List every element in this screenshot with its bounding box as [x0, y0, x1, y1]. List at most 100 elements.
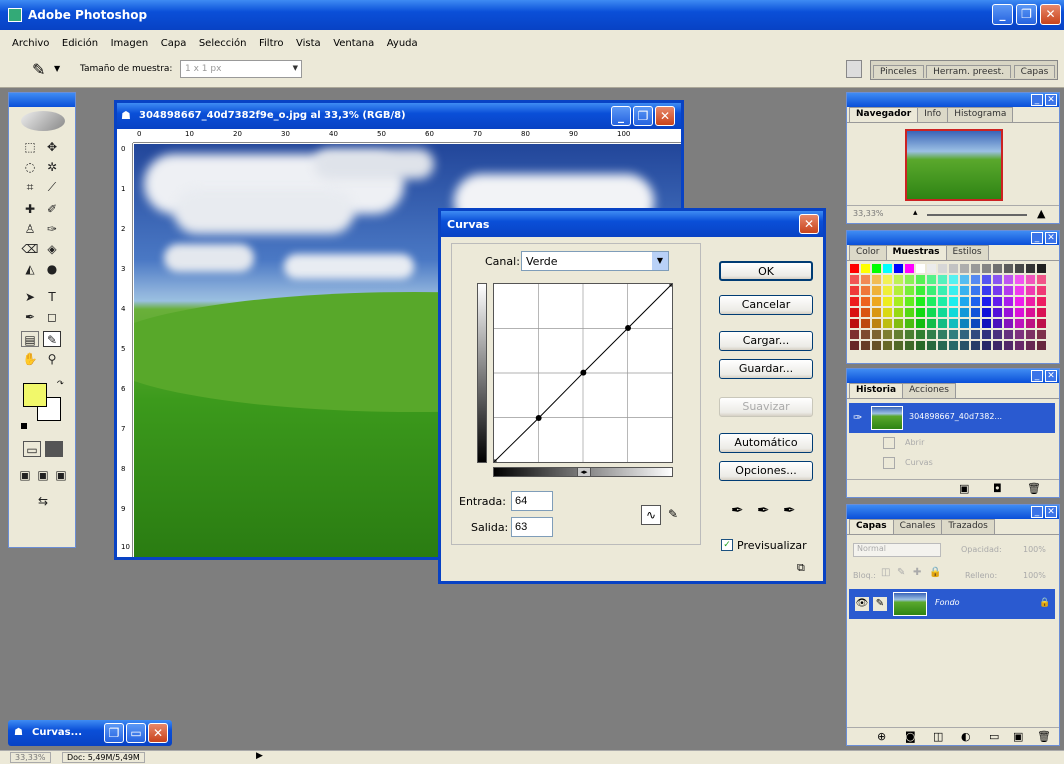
color-swatch[interactable]	[915, 329, 926, 340]
default-colors-icon[interactable]	[21, 423, 27, 429]
color-swatch[interactable]	[1025, 263, 1036, 274]
color-swatch[interactable]	[981, 296, 992, 307]
color-swatch[interactable]	[970, 307, 981, 318]
color-swatch[interactable]	[937, 329, 948, 340]
load-button[interactable]: Cargar...	[719, 331, 813, 351]
restore-button[interactable]: ❐	[104, 723, 124, 743]
zoom-tool-icon[interactable]: ⚲	[43, 351, 61, 367]
tool-preset-chevron-icon[interactable]: ▼	[54, 64, 60, 73]
tab-navegador[interactable]: Navegador	[849, 107, 919, 122]
doc-minimize-button[interactable]: _	[611, 106, 631, 126]
menu-ventana[interactable]: Ventana	[333, 38, 374, 49]
color-swatch[interactable]	[893, 318, 904, 329]
layer-style-icon[interactable]: ◙	[905, 730, 916, 743]
eraser-tool-icon[interactable]: ⌫	[21, 241, 39, 257]
color-swatch[interactable]	[849, 307, 860, 318]
black-point-eyedropper-icon[interactable]: ✒	[731, 501, 744, 519]
tab-estilos[interactable]: Estilos	[945, 245, 989, 260]
tab-historia[interactable]: Historia	[849, 383, 904, 398]
menu-imagen[interactable]: Imagen	[111, 38, 149, 49]
tab-histograma[interactable]: Histograma	[947, 107, 1014, 122]
color-swatch[interactable]	[1025, 274, 1036, 285]
color-swatch[interactable]	[871, 263, 882, 274]
color-swatch[interactable]	[849, 274, 860, 285]
zoom-out-icon[interactable]: ▴	[913, 208, 918, 218]
color-swatch[interactable]	[981, 285, 992, 296]
color-swatch[interactable]	[904, 274, 915, 285]
lock-move-icon[interactable]: ✚	[913, 567, 921, 578]
lock-transparency-icon[interactable]: ◫	[881, 567, 890, 578]
color-swatch[interactable]	[926, 329, 937, 340]
gray-point-eyedropper-icon[interactable]: ✒	[757, 501, 770, 519]
new-snapshot-icon[interactable]: ◘	[993, 482, 1002, 495]
color-swatch[interactable]	[948, 329, 959, 340]
lasso-tool-icon[interactable]: ◌	[21, 159, 39, 175]
color-swatch[interactable]	[959, 318, 970, 329]
color-swatch[interactable]	[882, 318, 893, 329]
doc-maximize-button[interactable]: ❐	[633, 106, 653, 126]
foreground-color-swatch[interactable]	[23, 383, 47, 407]
color-swatch[interactable]	[893, 263, 904, 274]
color-swatch[interactable]	[970, 285, 981, 296]
tab-capas[interactable]: Capas	[849, 519, 894, 534]
color-swatch[interactable]	[937, 263, 948, 274]
color-swatch[interactable]	[893, 285, 904, 296]
color-swatch[interactable]	[948, 263, 959, 274]
tab-info[interactable]: Info	[917, 107, 949, 122]
curve-control-point[interactable]	[535, 415, 542, 421]
minimized-curves-window[interactable]: ☗ Curvas... ❐ ▭ ✕	[8, 720, 172, 746]
color-swatch[interactable]	[959, 274, 970, 285]
expand-graph-icon[interactable]: ⧉	[797, 561, 805, 575]
curves-graph[interactable]	[493, 283, 673, 463]
menu-seleccion[interactable]: Selección	[199, 38, 247, 49]
color-swatch[interactable]	[904, 307, 915, 318]
brush-tool-icon[interactable]: ✐	[43, 201, 61, 217]
history-item-open[interactable]: Abrir	[849, 435, 1055, 453]
layer-mask-icon[interactable]: ◫	[933, 730, 943, 743]
color-swatch[interactable]	[926, 307, 937, 318]
color-swatch[interactable]	[1003, 263, 1014, 274]
color-swatch[interactable]	[1036, 318, 1047, 329]
color-swatch[interactable]	[948, 307, 959, 318]
color-swatch[interactable]	[970, 318, 981, 329]
palette-close-icon[interactable]: ✕	[1045, 232, 1057, 244]
color-swatch[interactable]	[893, 274, 904, 285]
color-swatch[interactable]	[948, 318, 959, 329]
layer-row-fondo[interactable]: 👁 ✎ Fondo 🔒	[849, 589, 1055, 619]
color-swatch[interactable]	[1036, 329, 1047, 340]
ok-button[interactable]: OK	[719, 261, 813, 281]
color-swatch[interactable]	[1003, 274, 1014, 285]
color-swatch[interactable]	[1036, 296, 1047, 307]
color-swatch[interactable]	[871, 285, 882, 296]
color-swatch[interactable]	[860, 274, 871, 285]
sample-size-select[interactable]: 1 x 1 px ▼	[180, 60, 302, 78]
color-swatch[interactable]	[904, 263, 915, 274]
color-swatch[interactable]	[970, 296, 981, 307]
marquee-tool-icon[interactable]: ⬚	[21, 139, 39, 155]
preview-checkbox[interactable]: ✓	[721, 539, 733, 551]
hand-tool-icon[interactable]: ✋	[21, 351, 39, 367]
color-swatch[interactable]	[915, 296, 926, 307]
color-swatch[interactable]	[992, 274, 1003, 285]
color-swatch[interactable]	[926, 285, 937, 296]
color-swatch[interactable]	[915, 318, 926, 329]
color-swatch[interactable]	[915, 263, 926, 274]
curve-tool-icon[interactable]: ∿	[641, 505, 661, 525]
menu-edicion[interactable]: Edición	[62, 38, 98, 49]
color-swatch[interactable]	[882, 274, 893, 285]
color-swatch[interactable]	[1003, 296, 1014, 307]
color-swatch[interactable]	[992, 318, 1003, 329]
color-swatch[interactable]	[959, 296, 970, 307]
color-swatch[interactable]	[915, 285, 926, 296]
status-menu-arrow-icon[interactable]: ▶	[256, 751, 263, 761]
color-swatch[interactable]	[1003, 329, 1014, 340]
new-layer-icon[interactable]: ▣	[1013, 730, 1023, 743]
history-snapshot-row[interactable]: ✑ 304898667_40d7382...	[849, 403, 1055, 433]
path-select-tool-icon[interactable]: ➤	[21, 289, 39, 305]
tab-color[interactable]: Color	[849, 245, 887, 260]
options-button[interactable]: Opciones...	[719, 461, 813, 481]
color-swatch[interactable]	[882, 340, 893, 351]
color-swatch[interactable]	[882, 285, 893, 296]
adjustment-layer-icon[interactable]: ◐	[961, 730, 971, 743]
move-tool-icon[interactable]: ✥	[43, 139, 61, 155]
